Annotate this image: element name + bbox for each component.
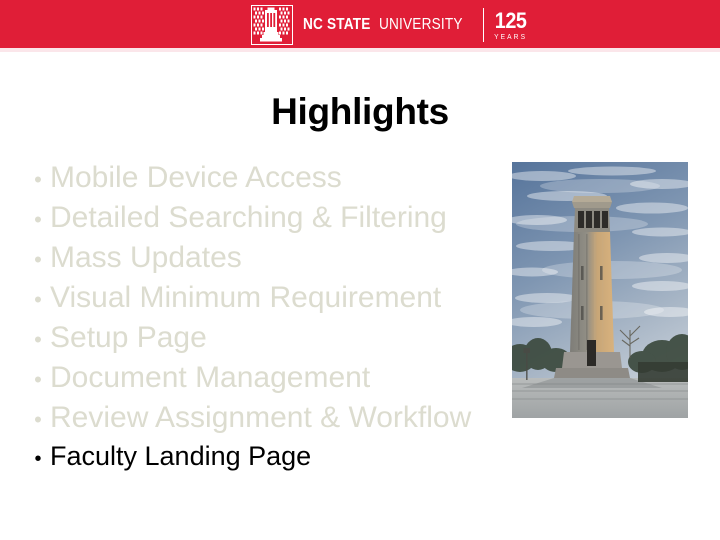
anniversary-badge: 125 YEARS xyxy=(493,7,528,41)
list-item[interactable]: • Review Assignment & Workflow xyxy=(26,403,496,443)
list-item-label: Mass Updates xyxy=(50,241,242,274)
list-item-label: Mobile Device Access xyxy=(50,161,342,194)
anniversary-number: 125 xyxy=(495,7,527,33)
list-item-label: Document Management xyxy=(50,361,371,394)
wordmark-university: UNIVERSITY xyxy=(378,16,463,34)
list-item-label: Review Assignment & Workflow xyxy=(50,401,472,434)
highlights-bullet-list: • Mobile Device Access • Detailed Searching… xyxy=(26,163,496,483)
bullet-point-icon: • xyxy=(34,167,42,192)
bullet-point-icon: • xyxy=(34,247,42,272)
anniversary-label: YEARS xyxy=(494,33,528,41)
list-item-label: Setup Page xyxy=(50,321,207,354)
bullet-point-icon: • xyxy=(34,207,42,232)
list-item[interactable]: • Mobile Device Access xyxy=(26,163,496,203)
logo-divider xyxy=(482,8,485,42)
bullet-point-icon: • xyxy=(34,448,42,470)
list-item[interactable]: • Setup Page xyxy=(26,323,496,363)
bullet-point-icon: • xyxy=(34,327,42,352)
list-item-label: Faculty Landing Page xyxy=(50,441,312,471)
bullet-point-icon: • xyxy=(34,287,42,312)
page-title: Highlights xyxy=(271,91,449,132)
list-item-label: Visual Minimum Requirement xyxy=(50,281,442,314)
wordmark-nc-state: NC STATE xyxy=(303,16,371,34)
header-underline xyxy=(0,48,720,52)
list-item[interactable]: • Detailed Searching & Filtering xyxy=(26,203,496,243)
list-item[interactable]: • Document Management xyxy=(26,363,496,403)
list-item-label: Detailed Searching & Filtering xyxy=(50,201,447,234)
list-item[interactable]: • Mass Updates xyxy=(26,243,496,283)
list-item[interactable]: • Faculty Landing Page xyxy=(26,443,496,483)
bullet-point-icon: • xyxy=(34,367,42,392)
list-item[interactable]: • Visual Minimum Requirement xyxy=(26,283,496,323)
bullet-point-icon: • xyxy=(34,407,42,432)
nc-state-logo-lockup: NC STATE UNIVERSITY 125 YEARS xyxy=(251,4,529,46)
nc-state-wordmark: NC STATE UNIVERSITY xyxy=(303,17,474,33)
nc-state-brick-logo-icon xyxy=(251,5,293,45)
nc-state-memorial-belltower-photo xyxy=(512,162,688,418)
